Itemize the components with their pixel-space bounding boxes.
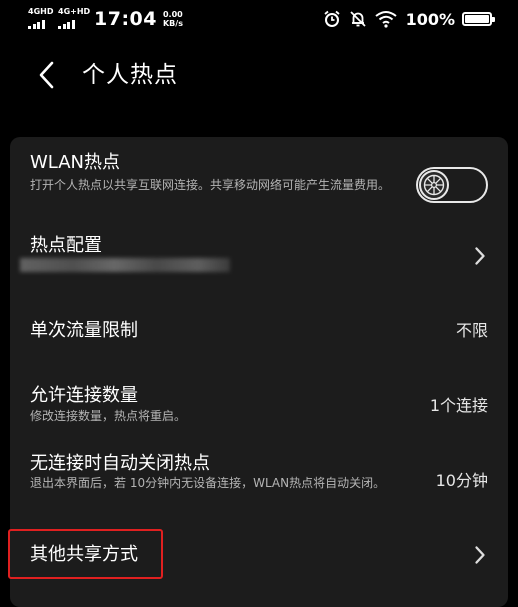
alarm-icon [323, 10, 341, 28]
highlight-box [8, 529, 163, 579]
chevron-right-icon [472, 245, 488, 267]
battery-percentage: 100% [405, 9, 455, 29]
status-bar: 4GHD 4G+HD 17:04 0.00 KB/s 100% [0, 0, 518, 38]
hotspot-name-blurred [20, 258, 230, 272]
connection-count-value: 1个连接 [429, 396, 488, 415]
auto-off-row[interactable]: 无连接时自动关闭热点 退出本界面后，若 10分钟内无设备连接，WLAN热点将自动… [10, 445, 508, 525]
connection-count-subtitle: 修改连接数量，热点将重启。 [30, 409, 187, 423]
mute-icon [349, 10, 367, 28]
data-limit-row[interactable]: 单次流量限制 不限 [10, 300, 508, 360]
hotspot-config-title: 热点配置 [30, 235, 102, 256]
auto-off-subtitle: 退出本界面后，若 10分钟内无设备连接，WLAN热点将自动关闭。 [30, 476, 386, 490]
wlan-hotspot-toggle[interactable] [416, 167, 488, 203]
network-speed-unit: KB/s [162, 19, 183, 28]
wlan-hotspot-row[interactable]: WLAN热点 打开个人热点以共享互联网连接。共享移动网络可能产生流量费用。 [10, 140, 508, 225]
wifi-icon [374, 10, 397, 28]
hotspot-knob-icon [423, 174, 445, 196]
network-speed: 0.00 KB/s [163, 10, 183, 28]
back-button[interactable] [30, 58, 64, 92]
page-title: 个人热点 [82, 62, 178, 88]
clock: 17:04 [94, 8, 157, 30]
signal-icon-sim2: 4G+HD [58, 8, 90, 30]
auto-off-value: 10分钟 [435, 471, 488, 490]
wlan-hotspot-title: WLAN热点 [30, 152, 121, 173]
connection-count-row[interactable]: 允许连接数量 修改连接数量，热点将重启。 1个连接 [10, 375, 508, 445]
network-speed-value: 0.00 [162, 10, 183, 19]
network-type-sim1: 4GHD [28, 7, 54, 16]
signal-icon-sim1: 4GHD [28, 8, 54, 30]
network-type-sim2: 4G+HD [58, 7, 91, 16]
data-limit-value: 不限 [455, 321, 488, 340]
page-header: 个人热点 [0, 50, 518, 100]
auto-off-title: 无连接时自动关闭热点 [30, 453, 210, 474]
chevron-left-icon [39, 61, 54, 89]
toggle-knob [419, 170, 449, 200]
chevron-right-icon [472, 544, 488, 566]
battery-icon [462, 12, 495, 26]
data-limit-title: 单次流量限制 [30, 320, 138, 341]
connection-count-title: 允许连接数量 [30, 385, 138, 406]
wlan-hotspot-subtitle: 打开个人热点以共享互联网连接。共享移动网络可能产生流量费用。 [30, 178, 391, 192]
